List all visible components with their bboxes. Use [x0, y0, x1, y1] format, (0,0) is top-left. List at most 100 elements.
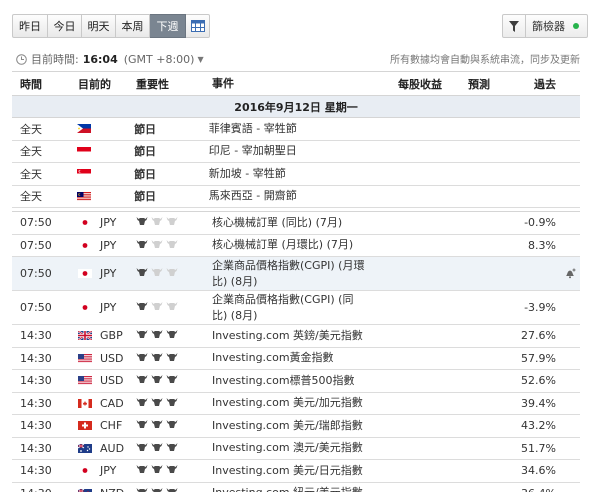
filter-button[interactable]: 篩檢器 — [502, 14, 588, 38]
currency-code: NZD — [100, 487, 124, 492]
importance-bull-icon — [151, 419, 166, 432]
event-name[interactable]: 企業商品價格指數(CGPI) (同比) (8月) — [210, 292, 366, 324]
previous-value: 27.6% — [521, 329, 556, 343]
date-range-tabs: 昨日 今日 明天 本周 下週 — [12, 14, 210, 38]
date-header-row: 2016年9月12日 星期一 — [12, 96, 580, 118]
country-flag-icon — [73, 124, 130, 134]
importance-bull-empty-icon — [166, 301, 181, 314]
event-name[interactable]: Investing.com黃金指數 — [210, 350, 366, 366]
importance-rating — [132, 239, 210, 252]
tab-next-week[interactable]: 下週 — [150, 14, 186, 38]
importance-rating — [132, 216, 210, 229]
event-row[interactable]: 14:30 USD Investing.com黃金指數 57.9% — [12, 348, 580, 370]
currency-code: USD — [100, 374, 124, 388]
holiday-row[interactable]: 全天 節日 菲律賓語 - 宰牲節 — [12, 118, 580, 141]
importance-bull-empty-icon — [151, 301, 166, 314]
importance-bull-icon — [151, 464, 166, 477]
importance-bull-icon — [136, 216, 151, 229]
table-header: 時間 目前的 重要性 事件 每股收益 預測 過去 — [12, 72, 580, 96]
event-row[interactable]: 14:30 NZD Investing.com 紐元/美元指數 36.4% — [12, 483, 580, 492]
previous-value: -3.9% — [524, 301, 556, 314]
importance-rating — [132, 442, 210, 455]
calendar-button[interactable] — [186, 14, 210, 38]
event-name[interactable]: Investing.com 紐元/美元指數 — [210, 485, 366, 492]
current-time-value: 16:04 — [82, 52, 118, 66]
event-name[interactable]: Investing.com 美元/加元指數 — [210, 395, 366, 411]
row-time: 14:30 — [12, 487, 74, 492]
importance-bull-icon — [166, 487, 181, 492]
holiday-row[interactable]: 全天 節日 新加坡 - 宰牲節 — [12, 163, 580, 186]
tab-yesterday[interactable]: 昨日 — [12, 14, 48, 38]
event-name[interactable]: 馬來西亞 - 開齋節 — [207, 188, 580, 204]
current-time-label: 目前時間: — [31, 53, 79, 66]
tab-today[interactable]: 今日 — [48, 14, 82, 38]
event-row[interactable]: 14:30 GBP Investing.com 英鎊/美元指數 27.6% — [12, 325, 580, 348]
event-name[interactable]: Investing.com 美元/日元指數 — [210, 463, 366, 479]
event-row[interactable]: 07:50 JPY 企業商品價格指數(CGPI) (月環比) (8月) — [12, 257, 580, 291]
divider — [525, 15, 526, 37]
event-row[interactable]: 14:30 AUD Investing.com 澳元/美元指數 51.7% — [12, 438, 580, 460]
event-name[interactable]: 核心機械訂單 (同比) (7月) — [210, 215, 366, 231]
country-flag-icon — [73, 169, 130, 179]
event-row[interactable]: 07:50 JPY 核心機械訂單 (月環比) (7月) 8.3% — [12, 235, 580, 257]
event-row[interactable]: 14:30 CHF Investing.com 美元/瑞郎指數 43.2% — [12, 415, 580, 438]
importance-bull-icon — [151, 352, 166, 365]
importance-bull-icon — [151, 374, 166, 387]
event-name[interactable]: Investing.com標普500指數 — [210, 373, 366, 389]
tab-tomorrow[interactable]: 明天 — [82, 14, 116, 38]
event-name[interactable]: 印尼 - 宰加朝聖日 — [207, 143, 580, 159]
col-time: 時間 — [20, 77, 42, 91]
tab-this-week[interactable]: 本周 — [116, 14, 150, 38]
event-row[interactable]: 07:50 JPY 核心機械訂單 (同比) (7月) -0.9% — [12, 212, 580, 235]
country-flag-icon — [78, 376, 92, 386]
col-previous: 過去 — [534, 77, 556, 91]
importance-bull-icon — [151, 487, 166, 492]
importance-bull-icon — [151, 329, 166, 342]
sync-note: 所有數據均會自動與系統串流，同步及更新 — [390, 55, 580, 66]
holiday-row[interactable]: 全天 節日 印尼 - 宰加朝聖日 — [12, 141, 580, 163]
chevron-down-icon[interactable]: ▼ — [197, 55, 203, 64]
importance-bull-empty-icon — [166, 216, 181, 229]
importance-bull-empty-icon — [151, 216, 166, 229]
event-name[interactable]: 新加坡 - 宰牲節 — [207, 166, 580, 182]
country-flag-icon — [78, 466, 92, 476]
row-time: 14:30 — [20, 396, 52, 410]
event-name[interactable]: 企業商品價格指數(CGPI) (月環比) (8月) — [210, 258, 366, 290]
row-time: 全天 — [20, 145, 42, 159]
importance-rating — [132, 464, 210, 477]
previous-value: 39.4% — [521, 396, 556, 410]
holiday-label: 節日 — [134, 122, 157, 136]
country-flag-icon — [78, 240, 92, 250]
event-name[interactable]: Investing.com 英鎊/美元指數 — [210, 328, 366, 344]
event-row[interactable]: 14:30 JPY Investing.com 美元/日元指數 34.6% — [12, 460, 580, 483]
importance-bull-empty-icon — [151, 267, 166, 280]
previous-value: -0.9% — [524, 216, 556, 230]
country-flag-icon — [78, 269, 92, 278]
country-flag-icon — [73, 191, 130, 201]
bell-alert-icon[interactable] — [565, 268, 576, 279]
event-name[interactable]: 核心機械訂單 (月環比) (7月) — [210, 237, 366, 253]
holiday-list: 全天 節日 菲律賓語 - 宰牲節 全天 節日 印尼 - 宰加朝聖日 全天 節日 … — [12, 118, 580, 208]
holiday-row[interactable]: 全天 節日 馬來西亞 - 開齋節 — [12, 186, 580, 208]
event-row[interactable]: 07:50 JPY 企業商品價格指數(CGPI) (同比) (8月) -3.9% — [12, 291, 580, 325]
event-name[interactable]: Investing.com 美元/瑞郎指數 — [210, 418, 366, 434]
col-actual: 每股收益 — [398, 77, 442, 91]
event-name[interactable]: 菲律賓語 - 宰牲節 — [207, 121, 580, 137]
event-row[interactable]: 14:30 CAD Investing.com 美元/加元指數 39.4% — [12, 393, 580, 415]
row-time: 07:50 — [20, 301, 52, 314]
currency-code: JPY — [100, 216, 117, 230]
event-row[interactable]: 14:30 USD Investing.com標普500指數 52.6% — [12, 370, 580, 393]
row-time: 14:30 — [20, 464, 52, 478]
previous-value: 51.7% — [521, 441, 556, 455]
timezone-label[interactable]: (GMT +8:00) — [124, 53, 195, 66]
importance-bull-icon — [136, 374, 151, 387]
importance-bull-icon — [166, 329, 181, 342]
country-flag-icon — [78, 331, 92, 341]
event-name[interactable]: Investing.com 澳元/美元指數 — [210, 440, 366, 456]
col-currency: 目前的 — [78, 77, 111, 91]
holiday-label: 節日 — [134, 145, 157, 159]
importance-bull-icon — [166, 442, 181, 455]
row-time: 07:50 — [20, 238, 52, 252]
row-time: 14:30 — [20, 419, 52, 433]
row-time: 全天 — [20, 167, 42, 181]
